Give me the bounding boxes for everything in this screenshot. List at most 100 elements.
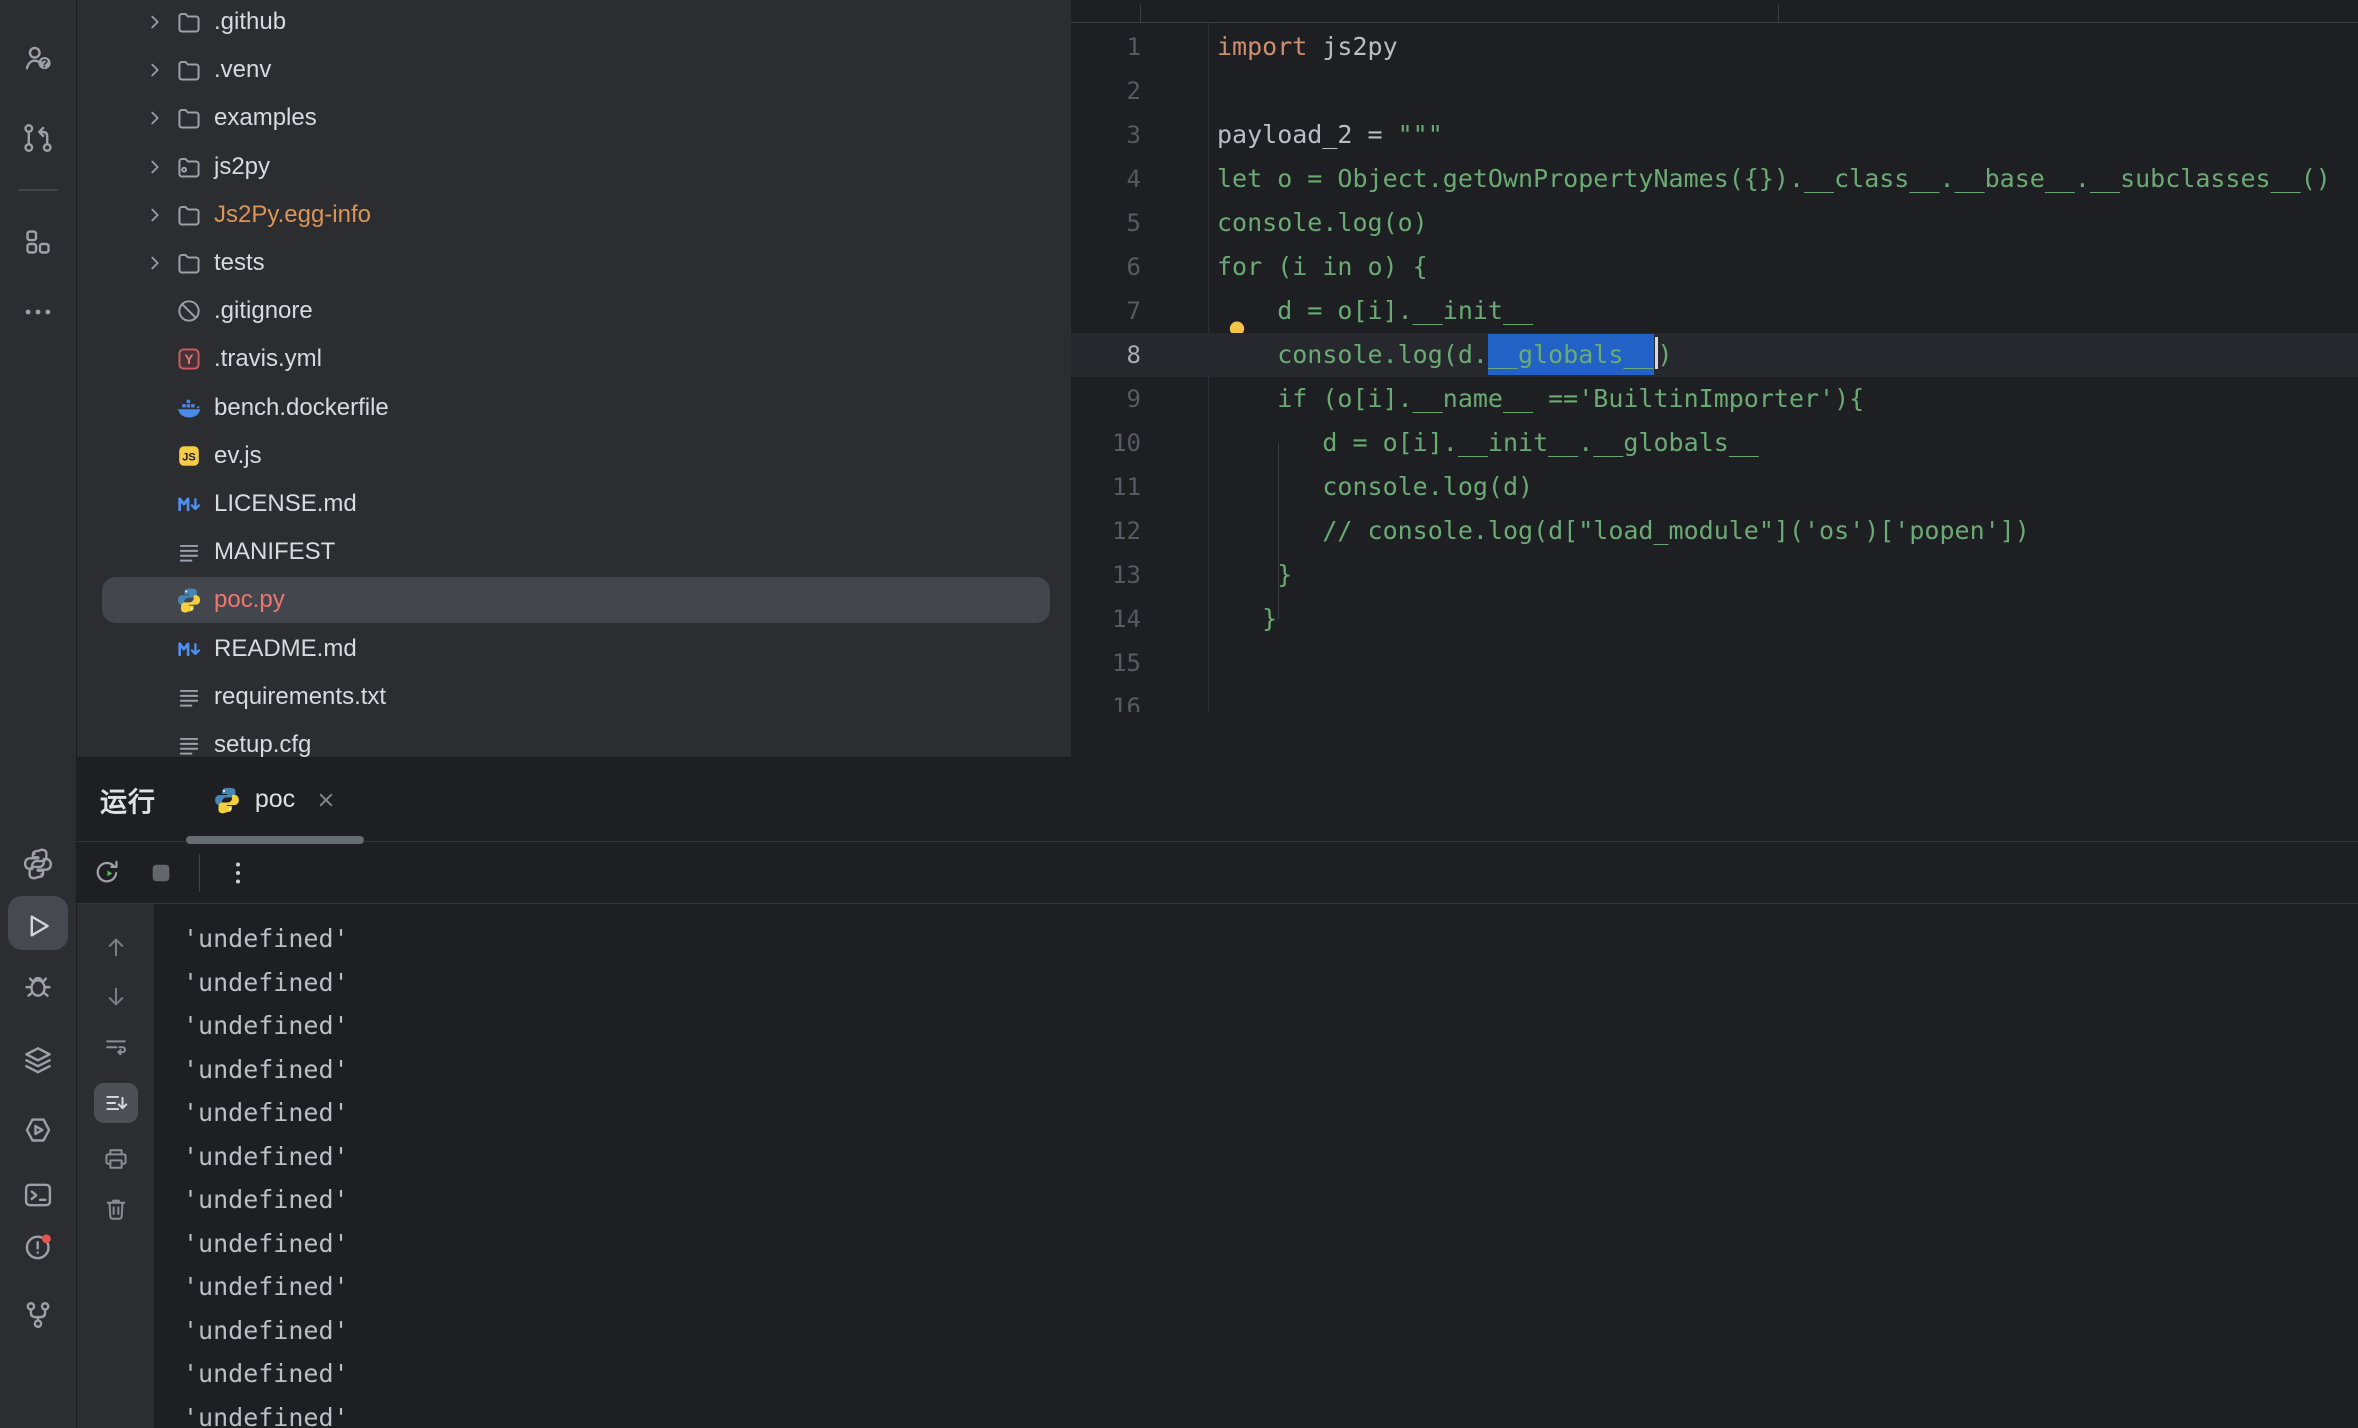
tree-item-requirements-txt[interactable]: requirements.txt — [77, 673, 1071, 721]
strip-button-python-packages[interactable] — [0, 1110, 76, 1150]
strip-button-services[interactable] — [0, 1040, 76, 1080]
ide-window: ? .github .venvexamples js2py Js2Py.egg-inf… — [0, 0, 2358, 1428]
tree-item-setup-cfg[interactable]: setup.cfg — [77, 721, 1071, 758]
code-line-10[interactable]: 10 d = o[i].__init__.__globals__ — [1071, 421, 2358, 465]
line-number: 3 — [1071, 113, 1141, 157]
chevron-right-icon[interactable] — [143, 251, 167, 275]
run-toolbar-rerun-button[interactable] — [90, 856, 124, 890]
strip-button-python-console[interactable] — [0, 844, 76, 884]
code-line-11[interactable]: 11 console.log(d) — [1071, 465, 2358, 509]
code-line-13[interactable]: 13 } — [1071, 553, 2358, 597]
tree-item-js2py-egg-info[interactable]: Js2Py.egg-info — [77, 191, 1071, 239]
chevron-right-icon[interactable] — [143, 58, 167, 82]
strip-button-terminal[interactable] — [0, 1175, 76, 1215]
console-arrow-up-button[interactable] — [102, 933, 130, 961]
chevron-right-icon[interactable] — [143, 155, 167, 179]
editor-tab-strip — [1071, 0, 2358, 23]
tree-item-readme-md[interactable]: README.md — [77, 624, 1071, 672]
strip-button-run[interactable] — [0, 906, 76, 946]
code-line-7[interactable]: 7 d = o[i].__init__ — [1071, 289, 2358, 333]
tree-item-label: ev.js — [214, 442, 262, 470]
console-output-line: 'undefined' — [183, 1135, 2358, 1179]
line-number: 16 — [1071, 685, 1141, 712]
problems-icon — [21, 1229, 55, 1263]
jsfile-icon: JS — [175, 442, 203, 470]
tree-item--travis-yml[interactable]: Y.travis.yml — [77, 335, 1071, 383]
markdown-icon — [175, 635, 203, 663]
tree-item--venv[interactable]: .venv — [77, 46, 1071, 94]
close-icon[interactable] — [314, 788, 338, 812]
code-line-8[interactable]: 8 console.log(d.__globals__) — [1071, 333, 2358, 377]
tree-item-manifest[interactable]: MANIFEST — [77, 528, 1071, 576]
python-console-icon — [21, 847, 55, 881]
strip-button-problems[interactable] — [0, 1226, 76, 1266]
strip-button-user-help[interactable]: ? — [0, 38, 76, 78]
tree-item-license-md[interactable]: LICENSE.md — [77, 480, 1071, 528]
code-line-12[interactable]: 12 // console.log(d["load_module"]('os')… — [1071, 509, 2358, 553]
code-line-2[interactable]: 2 — [1071, 69, 2358, 113]
folder-icon — [175, 104, 203, 132]
strip-button-debug[interactable] — [0, 966, 76, 1006]
console-arrow-down-button[interactable] — [102, 983, 130, 1011]
tree-item-bench-dockerfile[interactable]: bench.dockerfile — [77, 384, 1071, 432]
line-number: 13 — [1071, 553, 1141, 597]
code-line-text: if (o[i].__name__ =='BuiltinImporter'){ — [1217, 377, 1864, 421]
code-line-4[interactable]: 4let o = Object.getOwnPropertyNames({}).… — [1071, 157, 2358, 201]
tree-item--gitignore[interactable]: .gitignore — [77, 287, 1071, 335]
code-line-text: } — [1217, 597, 1277, 641]
trash-icon — [102, 1195, 130, 1223]
console-output-line: 'undefined' — [183, 1004, 2358, 1048]
chevron-spacer — [140, 393, 170, 423]
run-tab-poc[interactable]: poc — [186, 758, 364, 841]
chevron-spacer — [140, 344, 170, 374]
soft-wrap-icon — [102, 1033, 130, 1061]
chevron-spacer — [140, 730, 170, 758]
tree-item-label: js2py — [214, 153, 270, 181]
code-line-5[interactable]: 5console.log(o) — [1071, 201, 2358, 245]
code-line-14[interactable]: 14 } — [1071, 597, 2358, 641]
line-number: 15 — [1071, 641, 1141, 685]
chevron-right-icon[interactable] — [143, 203, 167, 227]
code-line-16[interactable]: 16 — [1071, 685, 2358, 712]
tree-item-label: bench.dockerfile — [214, 394, 389, 422]
line-number: 5 — [1071, 201, 1141, 245]
tree-item-label: .github — [214, 8, 286, 36]
run-panel-title: 运行 — [100, 780, 156, 819]
markdown-icon — [175, 490, 203, 518]
code-editor[interactable]: 1import js2py23 payload_2 = """4let o = O… — [1071, 0, 2358, 712]
tree-item-tests[interactable]: tests — [77, 239, 1071, 287]
chevron-spacer — [140, 296, 170, 326]
chevron-right-icon[interactable] — [143, 106, 167, 130]
console-output-line: 'undefined' — [183, 1178, 2358, 1222]
console-output[interactable]: 'undefined''undefined''undefined''undefi… — [154, 904, 2358, 1428]
console-scroll-end-button[interactable] — [94, 1083, 138, 1123]
code-line-9[interactable]: 9 if (o[i].__name__ =='BuiltinImporter')… — [1071, 377, 2358, 421]
tree-item-poc-py[interactable]: poc.py — [77, 576, 1071, 624]
run-toolbar-stop-button[interactable] — [144, 856, 178, 890]
console-soft-wrap-button[interactable] — [102, 1033, 130, 1061]
strip-button-pull-requests[interactable] — [0, 118, 76, 158]
arrow-up-icon — [102, 933, 130, 961]
tree-item-js2py[interactable]: js2py — [77, 143, 1071, 191]
console-printer-button[interactable] — [102, 1145, 130, 1173]
console-trash-button[interactable] — [102, 1195, 130, 1223]
chevron-right-icon[interactable] — [143, 10, 167, 34]
code-line-1[interactable]: 1import js2py — [1071, 25, 2358, 69]
tree-item-ev-js[interactable]: JS ev.js — [77, 432, 1071, 480]
code-line-15[interactable]: 15 — [1071, 641, 2358, 685]
tree-item-examples[interactable]: examples — [77, 94, 1071, 142]
strip-button-more-horizontal[interactable] — [0, 292, 76, 332]
editor-code-area[interactable]: 1import js2py23 payload_2 = """4let o = O… — [1071, 23, 2358, 712]
code-line-text: payload_2 = """ — [1217, 113, 1443, 157]
tree-item-label: setup.cfg — [214, 731, 311, 758]
strip-button-structure[interactable] — [0, 222, 76, 262]
code-line-3[interactable]: 3 payload_2 = """ — [1071, 113, 2358, 157]
code-line-6[interactable]: 6for (i in o) { — [1071, 245, 2358, 289]
tree-item-label: MANIFEST — [214, 538, 335, 566]
folder-icon — [175, 8, 203, 36]
run-toolbar-kebab-button[interactable] — [221, 856, 255, 890]
strip-button-version-control[interactable] — [0, 1295, 76, 1335]
yaml-icon: Y — [175, 345, 203, 373]
close-icon[interactable] — [314, 788, 338, 812]
tree-item--github[interactable]: .github — [77, 0, 1071, 46]
